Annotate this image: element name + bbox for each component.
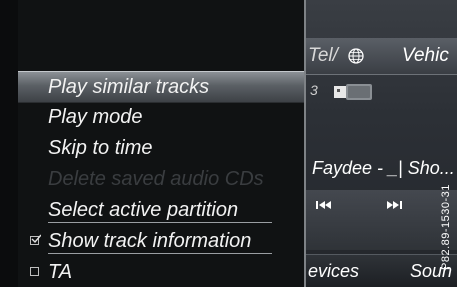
menu-item-label: Play similar tracks [48, 76, 210, 98]
track-number: 3 [310, 82, 318, 98]
options-menu: Play similar tracks Play mode Skip to ti… [18, 0, 304, 287]
menu-edge [304, 0, 306, 287]
menu-item-label: Select active partition [48, 199, 239, 221]
menu-item-play-similar-tracks[interactable]: Play similar tracks [18, 71, 304, 103]
figure-reference: P82.89-1530-31 [440, 184, 452, 270]
now-playing-title: Faydee - _| Sho... [312, 158, 455, 178]
checkbox-unchecked-icon [30, 267, 39, 276]
rewind-icon[interactable] [316, 200, 332, 210]
divider [48, 222, 272, 223]
fast-forward-icon[interactable] [386, 200, 402, 210]
menu-item-label: TA [48, 261, 73, 283]
tab-tel[interactable]: Tel/ [308, 45, 338, 67]
media-screen: Tel/ Vehic 3 Faydee - _| Sho... evices S… [0, 0, 457, 287]
menu-item-skip-to-time[interactable]: Skip to time [18, 133, 304, 163]
menu-item-label: Play mode [48, 106, 143, 128]
media-background: Tel/ Vehic 3 Faydee - _| Sho... evices S… [306, 0, 457, 287]
menu-item-play-mode[interactable]: Play mode [18, 102, 304, 132]
playback-controls [306, 190, 457, 250]
menu-item-label: Show track information [48, 230, 252, 252]
left-margin [0, 0, 18, 287]
checkbox-checked-icon [30, 234, 41, 245]
divider [48, 253, 272, 254]
devices-button[interactable]: evices [308, 261, 359, 282]
globe-icon [348, 48, 364, 64]
menu-item-label: Skip to time [48, 137, 153, 159]
menu-item-label: Delete saved audio CDs [48, 168, 264, 190]
menu-item-ta[interactable]: TA [18, 257, 304, 287]
menu-item-delete-saved-audio-cds: Delete saved audio CDs [18, 164, 304, 194]
tab-vehicle[interactable]: Vehic [402, 45, 449, 67]
usb-device-icon [334, 84, 372, 100]
menu-item-select-active-partition[interactable]: Select active partition [18, 195, 304, 225]
menu-item-show-track-information[interactable]: Show track information [18, 226, 304, 256]
